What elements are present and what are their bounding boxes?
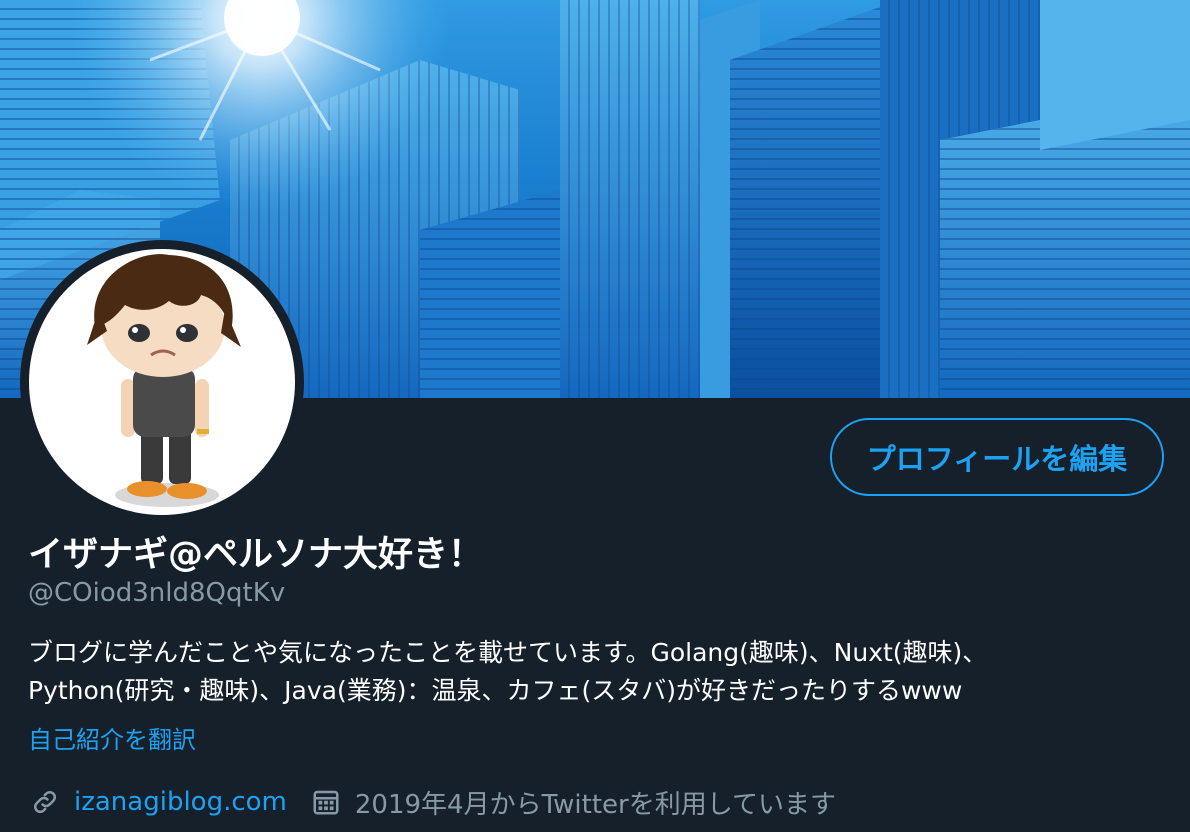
- chibi-character-illustration: [87, 254, 241, 507]
- bio-line: ブログに学んだことや気になったことを載せています。Golang(趣味)、Nuxt…: [28, 638, 988, 667]
- joined-item: 2019年4月からTwitterを利用しています: [309, 784, 836, 821]
- profile-display-name: イザナギ@ペルソナ大好き！: [28, 535, 484, 575]
- avatar-image: [29, 249, 295, 515]
- profile-handle: @COiod3nld8QqtKv: [28, 578, 286, 608]
- profile-bio: ブログに学んだことや気になったことを載せています。Golang(趣味)、Nuxt…: [28, 634, 1168, 710]
- calendar-icon: [309, 785, 343, 819]
- website-item: izanagiblog.com: [28, 785, 287, 819]
- profile-meta-row: izanagiblog.com 2019年4月からTwitterを利用しています: [28, 780, 858, 824]
- website-link[interactable]: izanagiblog.com: [74, 787, 287, 817]
- joined-date: 2019年4月からTwitterを利用しています: [354, 789, 836, 820]
- translate-bio-link[interactable]: 自己紹介を翻訳: [28, 720, 196, 755]
- link-icon: [28, 785, 62, 819]
- edit-profile-button[interactable]: プロフィールを編集: [830, 418, 1164, 496]
- profile-avatar[interactable]: [20, 240, 304, 524]
- bio-line: Python(研究・趣味)、Java(業務)：温泉、カフェ(スタバ)が好きだった…: [28, 676, 963, 705]
- profile-page: プロフィールを編集 イザナギ@ペルソナ大好き！ @COiod3nld8QqtKv…: [0, 0, 1190, 832]
